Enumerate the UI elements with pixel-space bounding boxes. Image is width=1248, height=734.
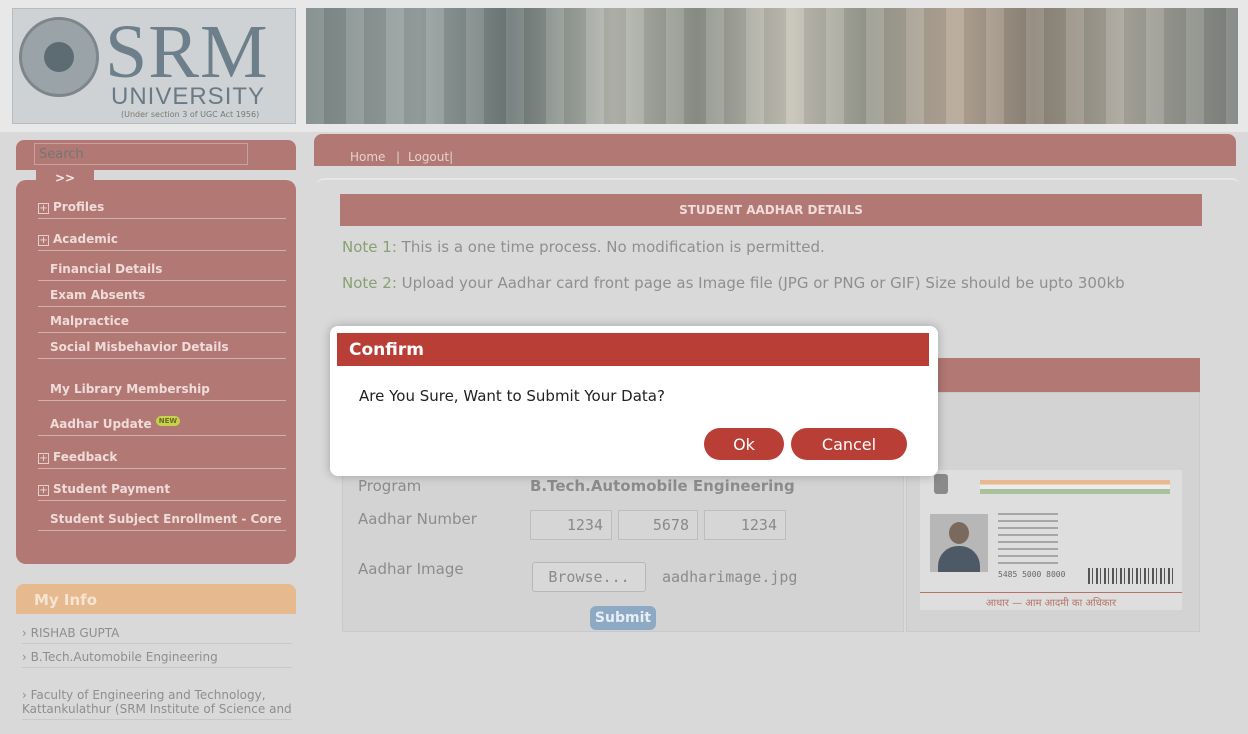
card-text-lines xyxy=(998,508,1058,568)
info-faculty: › Faculty of Engineering and Technology,… xyxy=(22,686,292,720)
note-1-label: Note 1: xyxy=(342,238,397,256)
program-label: Program xyxy=(358,477,422,495)
barcode-icon xyxy=(1088,568,1174,584)
sidebar-item-financial-details[interactable]: Financial Details xyxy=(38,262,286,281)
info-program: › B.Tech.Automobile Engineering xyxy=(22,648,292,668)
search-input[interactable] xyxy=(34,143,248,165)
note-2-label: Note 2: xyxy=(342,274,397,292)
cancel-button[interactable]: Cancel xyxy=(791,428,907,460)
sidebar-item-label: Academic xyxy=(53,232,118,246)
logo-university: UNIVERSITY xyxy=(111,83,266,110)
aadhar-number-part-2[interactable]: 5678 xyxy=(618,510,698,540)
note-1: Note 1: This is a one time process. No m… xyxy=(342,238,1202,257)
program-value: B.Tech.Automobile Engineering xyxy=(530,477,795,495)
emblem-icon xyxy=(934,474,948,494)
sidebar-item-aadhar-update[interactable]: Aadhar Update NEW xyxy=(38,416,286,436)
dialog-title: Confirm xyxy=(349,340,424,360)
sidebar-item-subject-enrollment[interactable]: Student Subject Enrollment - Core xyxy=(38,512,286,531)
university-emblem-icon xyxy=(19,17,99,97)
my-info-title: My Info xyxy=(34,591,98,609)
sidebar-item-exam-absents[interactable]: Exam Absents xyxy=(38,288,286,307)
aadhar-image-label: Aadhar Image xyxy=(358,560,464,578)
aadhar-number-part-1[interactable]: 1234 xyxy=(530,510,612,540)
top-nav: Home | Logout| xyxy=(314,134,1236,166)
new-badge: NEW xyxy=(155,416,181,426)
aadhar-card-sample-image: 5485 5000 8000 आधार — आम आदमी का अधिकार xyxy=(920,470,1182,610)
header-banner-image xyxy=(306,8,1238,124)
dialog-message: Are You Sure, Want to Submit Your Data? xyxy=(359,387,665,405)
aadhar-number-label: Aadhar Number xyxy=(358,510,477,528)
submit-button[interactable]: Submit xyxy=(590,606,656,630)
card-flag-strip xyxy=(980,480,1170,494)
dialog-header: Confirm xyxy=(337,333,929,366)
sidebar-item-label: Student Payment xyxy=(53,482,171,496)
expand-plus-icon[interactable]: + xyxy=(38,453,49,464)
sidebar-item-social-misbehavior[interactable]: Social Misbehavior Details xyxy=(38,340,286,359)
section-title: STUDENT AADHAR DETAILS xyxy=(679,203,863,217)
sidebar-item-label: Feedback xyxy=(53,450,118,464)
sidebar-item-label: Profiles xyxy=(53,200,105,214)
search-go-button[interactable]: >> xyxy=(36,168,94,188)
expand-plus-icon[interactable]: + xyxy=(38,203,49,214)
sidebar-item-library-membership[interactable]: My Library Membership xyxy=(38,382,286,401)
ok-button[interactable]: Ok xyxy=(704,428,784,460)
home-link[interactable]: Home xyxy=(350,150,385,164)
sidebar-menu: + Profiles + Academic Financial Details Ex… xyxy=(16,180,296,564)
note-1-text: This is a one time process. No modificat… xyxy=(401,238,825,256)
sidebar-item-malpractice[interactable]: Malpractice xyxy=(38,314,286,333)
my-info-header: My Info xyxy=(16,584,296,614)
note-2: Note 2: Upload your Aadhar card front pa… xyxy=(342,274,1202,293)
expand-plus-icon[interactable]: + xyxy=(38,485,49,496)
person-photo-icon xyxy=(930,514,988,572)
selected-file-name: aadharimage.jpg xyxy=(662,568,798,586)
aadhar-number-part-3[interactable]: 1234 xyxy=(704,510,786,540)
sidebar-item-academic[interactable]: + Academic xyxy=(38,232,286,251)
srm-logo[interactable]: SRM UNIVERSITY (Under section 3 of UGC A… xyxy=(12,8,296,124)
confirm-dialog: Confirm Are You Sure, Want to Submit You… xyxy=(330,326,938,476)
card-footer-text: आधार — आम आदमी का अधिकार xyxy=(920,592,1182,609)
sidebar-item-student-payment[interactable]: + Student Payment xyxy=(38,482,286,501)
expand-plus-icon[interactable]: + xyxy=(38,235,49,246)
page-header: SRM UNIVERSITY (Under section 3 of UGC A… xyxy=(0,0,1248,132)
sidebar-item-label: Aadhar Update xyxy=(50,417,152,431)
card-number: 5485 5000 8000 xyxy=(998,570,1066,579)
sidebar-item-profiles[interactable]: + Profiles xyxy=(38,200,286,219)
info-student-name: › RISHAB GUPTA xyxy=(22,624,292,644)
search-bar xyxy=(16,140,296,170)
nav-separator: | xyxy=(396,150,401,164)
note-2-text: Upload your Aadhar card front page as Im… xyxy=(401,274,1125,292)
sidebar-item-feedback[interactable]: + Feedback xyxy=(38,450,286,469)
browse-button[interactable]: Browse... xyxy=(532,562,646,592)
logo-subtitle: (Under section 3 of UGC Act 1956) xyxy=(121,110,260,119)
section-header: STUDENT AADHAR DETAILS xyxy=(340,194,1202,226)
logout-link[interactable]: Logout| xyxy=(408,150,453,164)
